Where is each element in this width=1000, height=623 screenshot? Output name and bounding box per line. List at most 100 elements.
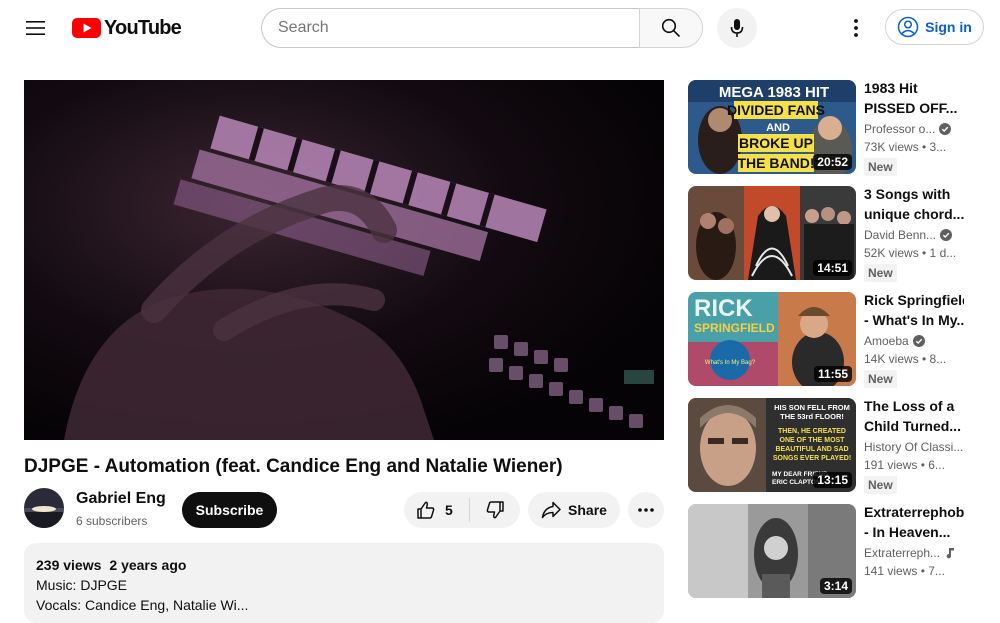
video-stats: 14K views • 8... [864, 352, 947, 366]
video-frame [24, 80, 664, 440]
thumb-text: THE BAND! [738, 155, 815, 171]
channel-name[interactable]: Amoeba [864, 332, 964, 350]
channel-label: Extraterreph... [864, 546, 941, 560]
thumb-text: What's In My Bag? [705, 360, 756, 366]
verified-icon [940, 229, 953, 241]
recommended-video[interactable]: RICK SPRINGFIELD What's In My Bag? 11:55… [688, 292, 984, 388]
thumb-text: BEAUTIFUL AND SAD [775, 446, 848, 453]
more-actions-button[interactable] [628, 492, 664, 528]
voice-search-button[interactable] [717, 8, 757, 48]
recommended-video[interactable]: HIS SON FELL FROM THE 53rd FLOOR! THEN, … [688, 398, 984, 494]
thumb-text: DIVIDED FANS [727, 102, 825, 118]
hamburger-icon [26, 21, 45, 35]
video-title: The Loss of a Child Turned... [864, 396, 964, 436]
video-duration: 20:52 [813, 154, 852, 170]
channel-name[interactable]: Professor o... [864, 120, 964, 138]
search-box [261, 8, 703, 48]
description-box[interactable]: 239 views 2 years ago Music: DJPGE Vocals… [24, 543, 664, 623]
share-label: Share [568, 502, 607, 518]
video-thumbnail[interactable]: HIS SON FELL FROM THE 53rd FLOOR! THEN, … [688, 398, 856, 492]
like-count: 5 [445, 502, 453, 518]
horizontal-dots-icon [638, 508, 654, 512]
video-thumbnail[interactable]: MEGA 1983 HIT DIVIDED FANS AND BROKE UP … [688, 80, 856, 174]
video-title: DJPGE - Automation (feat. Candice Eng an… [24, 456, 563, 477]
sign-in-label: Sign in [925, 19, 972, 35]
music-note-icon [946, 548, 955, 559]
share-button[interactable]: Share [528, 492, 620, 528]
upload-date: 2 years ago [109, 557, 187, 573]
subscriber-count: 6 subscribers [76, 514, 148, 528]
youtube-play-icon [72, 18, 101, 38]
thumbs-down-icon [486, 501, 504, 519]
account-icon [897, 16, 919, 38]
new-badge: New [864, 370, 897, 388]
title-line: PISSED OFF... [864, 100, 958, 116]
channel-label: History Of Classi... [864, 440, 964, 454]
channel-name[interactable]: Extraterreph... [864, 544, 964, 562]
logo-text: YouTube [104, 16, 182, 39]
youtube-logo[interactable]: YouTube [72, 16, 182, 39]
video-stats: 73K views • 3... [864, 140, 947, 154]
thumb-text: SONGS EVER PLAYED! [773, 455, 851, 462]
channel-name[interactable]: David Benn... [864, 226, 964, 244]
top-bar: YouTube Sign in [0, 0, 1000, 56]
channel-avatar[interactable] [24, 488, 64, 528]
title-line: Child Turned... [864, 418, 961, 434]
title-line: unique chord... [864, 206, 964, 222]
microphone-icon [730, 19, 744, 37]
thumbs-up-icon [417, 501, 435, 519]
description-line: Music: DJPGE [36, 577, 128, 593]
recommended-video[interactable]: 14:51 3 Songs with unique chord... David… [688, 186, 984, 282]
video-thumbnail[interactable]: RICK SPRINGFIELD What's In My Bag? 11:55 [688, 292, 856, 386]
thumb-text: AND [766, 122, 790, 134]
title-line: Extraterrephobik [864, 504, 964, 520]
channel-label: David Benn... [864, 228, 937, 242]
description-line: Vocals: Candice Eng, Natalie Wi... [36, 597, 249, 613]
new-badge: New [864, 158, 897, 176]
like-button[interactable]: 5 [404, 498, 470, 522]
share-icon [541, 501, 561, 519]
guide-menu-button[interactable] [16, 8, 56, 48]
title-line: - In Heaven... [864, 524, 951, 540]
view-count: 239 views [36, 557, 102, 573]
verified-icon [912, 335, 925, 347]
video-info: The Loss of a Child Turned... History Of… [864, 398, 964, 494]
video-duration: 14:51 [813, 260, 852, 276]
thumb-text: THE 53rd FLOOR! [780, 412, 844, 421]
title-line: The Loss of a [864, 398, 955, 414]
search-icon [661, 18, 681, 38]
settings-more-button[interactable] [836, 8, 876, 48]
verified-icon [939, 123, 952, 135]
subscribe-button[interactable]: Subscribe [182, 492, 277, 528]
sign-in-button[interactable]: Sign in [885, 9, 984, 45]
vertical-dots-icon [854, 19, 858, 37]
video-duration: 13:15 [813, 472, 852, 488]
new-badge: New [864, 264, 897, 282]
video-thumbnail[interactable]: 14:51 [688, 186, 856, 280]
description-meta: 239 views 2 years ago [36, 555, 652, 575]
thumb-text: SPRINGFIELD [694, 321, 775, 335]
video-title: Rick Springfield - What's In My... [864, 290, 964, 330]
thumb-text: RICK [694, 295, 753, 322]
like-dislike-group: 5 [404, 492, 520, 528]
recommended-video[interactable]: MEGA 1983 HIT DIVIDED FANS AND BROKE UP … [688, 80, 984, 176]
title-line: 3 Songs with [864, 186, 951, 202]
channel-name[interactable]: History Of Classi... [864, 438, 964, 456]
recommended-video[interactable]: 3:14 Extraterrephobik - In Heaven... Ext… [688, 504, 984, 598]
video-player[interactable] [24, 80, 664, 440]
title-line: Rick Springfield [864, 292, 964, 308]
channel-name[interactable]: Gabriel Eng [76, 490, 166, 508]
dislike-button[interactable] [470, 492, 520, 528]
avatar-image [24, 488, 64, 528]
thumb-text: MEGA 1983 HIT [719, 84, 829, 101]
thumb-text: THEN, HE CREATED [778, 428, 846, 435]
video-info: Extraterrephobik - In Heaven... Extrater… [864, 504, 964, 580]
search-input[interactable] [261, 8, 640, 48]
new-badge: New [864, 476, 897, 494]
thumb-text: HIS SON FELL FROM [774, 403, 850, 412]
search-button[interactable] [639, 8, 703, 48]
video-info: Rick Springfield - What's In My... Amoeb… [864, 292, 964, 388]
video-stats: 52K views • 1 d... [864, 246, 957, 260]
title-line: - What's In My... [864, 312, 964, 328]
video-thumbnail[interactable]: 3:14 [688, 504, 856, 598]
